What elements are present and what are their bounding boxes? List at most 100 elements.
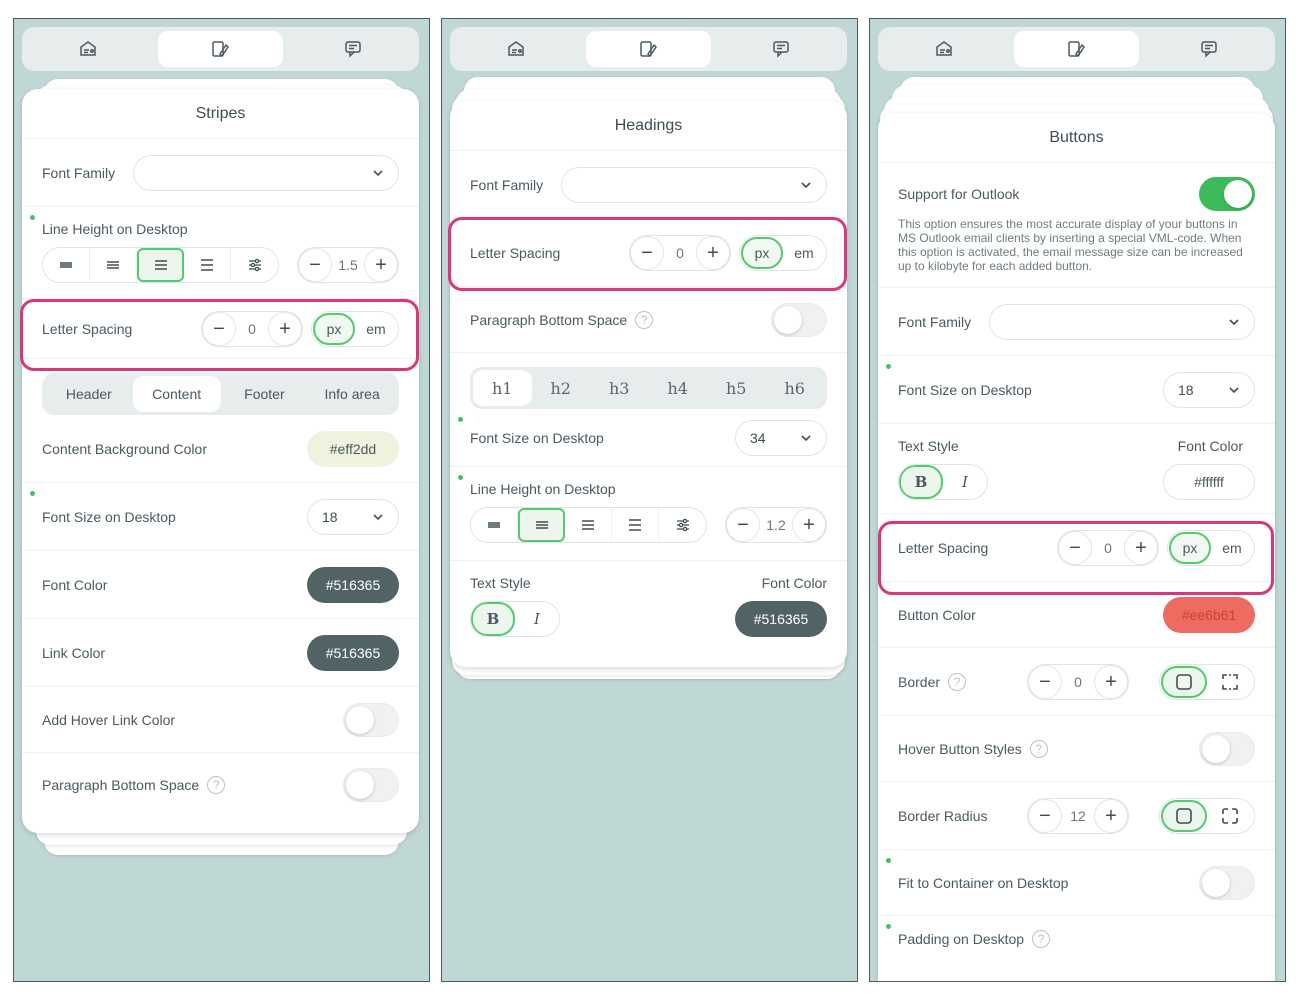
radius-corners-button[interactable] (1207, 800, 1253, 832)
tab-h5[interactable]: h5 (707, 370, 766, 406)
unit-em-button[interactable]: em (783, 237, 825, 269)
line-height-custom-button[interactable] (231, 248, 278, 282)
toggle-knob (346, 771, 374, 799)
line-height-normal-button[interactable] (137, 248, 184, 282)
decrease-button[interactable]: − (298, 248, 332, 282)
tab-comments[interactable] (1147, 31, 1271, 67)
line-height-custom-button[interactable] (659, 508, 706, 542)
increase-button[interactable]: + (268, 311, 302, 346)
outlook-toggle[interactable] (1199, 177, 1255, 211)
hover-link-toggle[interactable] (343, 702, 399, 737)
tab-content[interactable]: Content (132, 376, 221, 412)
unit-px-button[interactable]: px (313, 312, 355, 345)
unit-em-button[interactable]: em (355, 313, 397, 345)
tab-footer[interactable]: Footer (221, 376, 309, 412)
tab-settings[interactable] (882, 31, 1006, 67)
border-sides-button[interactable] (1207, 666, 1253, 698)
tab-appearance[interactable] (1014, 31, 1139, 67)
button-color-swatch[interactable]: #ee6b61 (1163, 596, 1255, 633)
letter-spacing-value[interactable]: 0 (1092, 540, 1124, 556)
font-family-select[interactable] (989, 303, 1255, 340)
text-style-label: Text Style (470, 575, 531, 591)
hover-styles-toggle[interactable] (1199, 731, 1255, 766)
tab-appearance[interactable] (158, 31, 283, 67)
letter-spacing-value[interactable]: 0 (236, 321, 268, 337)
increase-button[interactable]: + (364, 248, 398, 282)
increase-button[interactable]: + (1094, 664, 1128, 699)
help-icon[interactable]: ? (1032, 930, 1051, 948)
tab-info-area[interactable]: Info area (308, 376, 396, 412)
radius-mode-switch (1159, 797, 1255, 834)
font-size-value: 34 (750, 429, 766, 446)
link-color-swatch[interactable]: #516365 (307, 634, 399, 671)
tab-settings[interactable] (26, 31, 150, 67)
paragraph-space-toggle[interactable] (771, 302, 827, 337)
font-family-label: Font Family (898, 313, 972, 330)
increase-button[interactable]: + (1124, 530, 1158, 565)
help-icon[interactable]: ? (635, 310, 654, 329)
tab-h6[interactable]: h6 (766, 370, 825, 406)
font-color-swatch[interactable]: #516365 (735, 601, 827, 637)
radius-all-button[interactable] (1161, 799, 1207, 832)
tab-comments[interactable] (291, 31, 415, 67)
font-size-select[interactable]: 18 (307, 498, 399, 535)
decrease-button[interactable]: − (1028, 664, 1062, 699)
letter-spacing-label: Letter Spacing (898, 539, 989, 556)
tab-h3[interactable]: h3 (590, 370, 649, 406)
help-icon[interactable]: ? (207, 776, 226, 794)
tab-header[interactable]: Header (45, 376, 133, 412)
line-height-small-button[interactable] (518, 508, 565, 542)
tab-appearance[interactable] (586, 31, 711, 67)
border-radius-value[interactable]: 12 (1062, 808, 1094, 824)
line-height-presets (42, 247, 279, 283)
tab-h4[interactable]: h4 (649, 370, 708, 406)
line-height-large-button[interactable] (184, 248, 231, 282)
help-icon[interactable]: ? (1029, 739, 1048, 758)
button-color-row: Button Color #ee6b61 (878, 582, 1275, 648)
font-size-select[interactable]: 18 (1163, 371, 1255, 408)
font-family-select[interactable] (133, 154, 399, 191)
help-icon[interactable]: ? (948, 672, 967, 691)
font-size-select[interactable]: 34 (735, 419, 827, 456)
line-height-normal-button[interactable] (565, 508, 612, 542)
line-height-value[interactable]: 1.2 (760, 517, 792, 533)
line-height-large-button[interactable] (612, 508, 659, 542)
italic-button[interactable]: I (515, 602, 559, 636)
content-bg-swatch[interactable]: #eff2dd (307, 430, 399, 467)
line-height-small-button[interactable] (90, 248, 137, 282)
line-height-value[interactable]: 1.5 (332, 257, 364, 273)
line-height-compact-button[interactable] (471, 508, 518, 542)
italic-button[interactable]: I (943, 465, 987, 499)
paragraph-space-toggle[interactable] (343, 768, 399, 802)
chat-icon (345, 41, 361, 58)
tab-h1[interactable]: h1 (473, 370, 532, 406)
outlook-note: This option ensures the most accurate di… (898, 217, 1243, 273)
increase-button[interactable]: + (792, 508, 826, 542)
bold-button[interactable]: B (471, 602, 515, 636)
font-size-value: 18 (322, 508, 338, 525)
font-color-swatch[interactable]: #ffffff (1163, 464, 1255, 500)
decrease-button[interactable]: − (1058, 530, 1092, 565)
fit-container-toggle[interactable] (1199, 865, 1255, 900)
decrease-button[interactable]: − (726, 508, 760, 542)
increase-button[interactable]: + (696, 235, 730, 270)
bold-button[interactable]: B (899, 465, 943, 499)
unit-em-button[interactable]: em (1211, 532, 1253, 564)
increase-button[interactable]: + (1094, 798, 1128, 833)
line-height-compact-button[interactable] (43, 248, 90, 282)
border-all-button[interactable] (1161, 665, 1207, 698)
decrease-button[interactable]: − (630, 235, 664, 270)
tab-comments[interactable] (719, 31, 843, 67)
paragraph-space-row: Paragraph Bottom Space? (450, 287, 847, 353)
decrease-button[interactable]: − (1028, 798, 1062, 833)
border-value[interactable]: 0 (1062, 674, 1094, 690)
letter-spacing-value[interactable]: 0 (664, 245, 696, 261)
unit-px-button[interactable]: px (1169, 531, 1211, 564)
font-family-select[interactable] (561, 166, 827, 203)
tab-settings[interactable] (454, 31, 578, 67)
font-color-swatch[interactable]: #516365 (307, 566, 399, 603)
unit-px-button[interactable]: px (741, 236, 783, 269)
tab-h2[interactable]: h2 (532, 370, 591, 406)
font-size-row: Font Size on Desktop 18 (22, 483, 419, 551)
decrease-button[interactable]: − (202, 311, 236, 346)
